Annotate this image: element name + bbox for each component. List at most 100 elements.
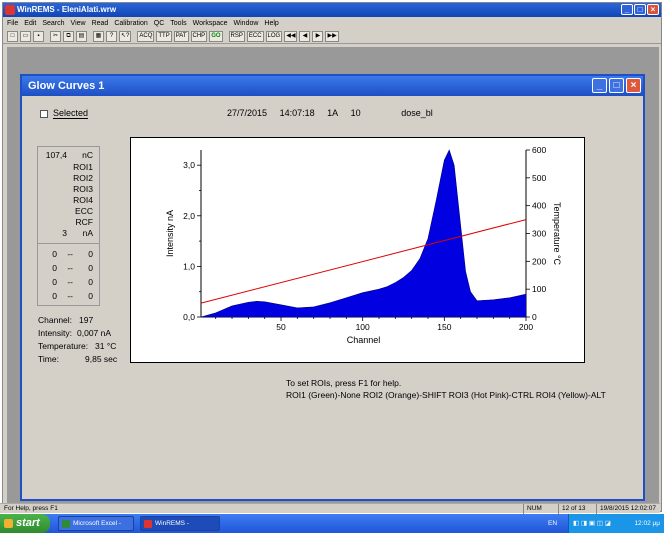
x-axis-label: Channel xyxy=(347,335,381,345)
paste-icon[interactable]: ▤ xyxy=(76,31,87,42)
menu-qc[interactable]: QC xyxy=(154,18,165,30)
log-button[interactable]: LOG xyxy=(265,31,283,42)
roi-hint-line1: To set ROIs, press F1 for help. xyxy=(286,378,402,388)
range4-to: 0 xyxy=(88,291,93,301)
menu-file[interactable]: File xyxy=(7,18,18,30)
child-maximize-button[interactable]: □ xyxy=(609,78,624,93)
current-value: 3 xyxy=(62,228,67,238)
menu-bar: File Edit Search View Read Calibration Q… xyxy=(3,18,661,30)
new-file-icon[interactable]: □ xyxy=(7,31,18,42)
app-titlebar: WinREMS - EleniAlati.wrw _ □ × xyxy=(3,3,661,17)
selected-checkbox[interactable] xyxy=(40,109,48,118)
pat-button[interactable]: PAT xyxy=(173,31,189,42)
curve-header-info: 27/7/2015 14:07:18 1A 10 dose_bl xyxy=(227,108,443,118)
temperature-line xyxy=(200,219,527,304)
menu-edit[interactable]: Edit xyxy=(24,18,36,30)
ttp-button[interactable]: TTP xyxy=(156,31,172,42)
range2-to: 0 xyxy=(88,263,93,273)
ecc-label: ECC xyxy=(75,206,93,216)
intensity-curve-outline xyxy=(200,149,527,318)
language-indicator[interactable]: EN xyxy=(548,514,557,533)
range3-to: 0 xyxy=(88,277,93,287)
status-page: 12 of 13 xyxy=(558,504,586,514)
menu-view[interactable]: View xyxy=(71,18,86,30)
last-record-icon[interactable]: ▶▶ xyxy=(325,31,339,42)
start-button[interactable]: start xyxy=(0,514,50,533)
menu-help[interactable]: Help xyxy=(264,18,278,30)
glow-curves-window: Glow Curves 1 _ □ × Selected 27/7/2015 1… xyxy=(20,74,645,501)
child-close-button[interactable]: × xyxy=(626,78,641,93)
range3-sep: -- xyxy=(67,277,73,287)
menu-window[interactable]: Window xyxy=(234,18,259,30)
current-unit: nA xyxy=(82,228,93,238)
y2-tick-label: 600 xyxy=(532,145,546,155)
print-icon[interactable]: ▦ xyxy=(93,31,104,42)
task-winrems-label: WinREMS - EleniAlati... xyxy=(155,520,189,540)
task-winrems[interactable]: WinREMS - EleniAlati... xyxy=(140,516,220,540)
x-tick-label: 150 xyxy=(437,322,451,332)
restore-button[interactable]: □ xyxy=(634,4,646,15)
y2-tick-label: 100 xyxy=(532,284,546,294)
y2-tick-label: 200 xyxy=(532,256,546,266)
curve-reader: 1A xyxy=(327,108,339,118)
child-minimize-button[interactable]: _ xyxy=(592,78,607,93)
menu-calibration[interactable]: Calibration xyxy=(114,18,147,30)
y-tick-label: 1,0 xyxy=(183,261,195,271)
menu-search[interactable]: Search xyxy=(42,18,64,30)
previous-record-icon[interactable]: ◀ xyxy=(299,31,311,42)
curve-time: 14:07:18 xyxy=(279,108,315,118)
excel-icon xyxy=(62,520,70,528)
first-record-icon[interactable]: ◀◀ xyxy=(284,31,298,42)
time-label: Time: xyxy=(38,354,59,364)
y2-axis-label: Temperature °C xyxy=(552,202,562,266)
rcf-label: RCF xyxy=(75,217,93,227)
range1-from: 0 xyxy=(52,249,57,259)
save-icon[interactable]: ▪ xyxy=(33,31,44,42)
close-button[interactable]: × xyxy=(647,4,659,15)
selected-label: Selected xyxy=(53,108,89,119)
chp-button[interactable]: CHP xyxy=(190,31,208,42)
minimize-button[interactable]: _ xyxy=(621,4,633,15)
go-button[interactable]: GO xyxy=(209,31,223,42)
status-bar: For Help, press F1 NUM 12 of 13 19/8/201… xyxy=(0,503,660,524)
ecc-button[interactable]: ECC xyxy=(246,31,264,42)
cut-icon[interactable]: ✂ xyxy=(50,31,61,42)
x-tick-label: 50 xyxy=(276,322,286,332)
winrems-icon xyxy=(144,520,152,528)
glow-curves-title: Glow Curves 1 xyxy=(28,80,105,92)
intensity-value: 0,007 nA xyxy=(77,328,112,338)
y2-tick-label: 0 xyxy=(532,312,537,322)
status-num: NUM xyxy=(523,504,542,514)
curve-date: 27/7/2015 xyxy=(227,108,268,118)
menu-tools[interactable]: Tools xyxy=(170,18,186,30)
glow-curve-chart[interactable]: 50 100 150 200 0,0 1,0 2,0 3,0 0 100 200 300 400 500 6… xyxy=(131,138,586,364)
y-axis-label: Intensity nA xyxy=(165,210,175,257)
selected-checkbox-group[interactable]: Selected xyxy=(40,108,89,119)
x-tick-label: 100 xyxy=(356,322,370,332)
channel-value: 197 xyxy=(79,315,94,325)
help-icon[interactable]: ? xyxy=(106,31,117,42)
app-title: WinREMS - EleniAlati.wrw xyxy=(17,5,117,14)
mdi-workspace: Glow Curves 1 _ □ × Selected 27/7/2015 1… xyxy=(7,47,659,511)
app-icon xyxy=(5,5,15,15)
rsp-button[interactable]: RSP xyxy=(228,31,245,42)
acq-button[interactable]: ACQ xyxy=(137,31,155,42)
glow-curve-plot[interactable]: 50 100 150 200 0,0 1,0 2,0 3,0 0 100 200 300 400 500 6… xyxy=(130,137,585,363)
menu-workspace[interactable]: Workspace xyxy=(193,18,228,30)
menu-read[interactable]: Read xyxy=(92,18,109,30)
range2-sep: -- xyxy=(67,263,73,273)
task-excel[interactable]: Microsoft Excel - Book1 xyxy=(58,516,134,540)
status-help-text: For Help, press F1 xyxy=(4,505,58,512)
y-tick-label: 3,0 xyxy=(183,160,195,170)
temperature-label: Temperature: xyxy=(38,341,89,351)
y2-tick-label: 500 xyxy=(532,173,546,183)
glow-curves-titlebar: Glow Curves 1 _ □ × xyxy=(22,76,643,96)
tray-icons[interactable]: ◧ ◨ ▣ ◫ ◪ xyxy=(573,520,611,527)
next-record-icon[interactable]: ▶ xyxy=(312,31,324,42)
range4-sep: -- xyxy=(67,291,73,301)
open-folder-icon[interactable]: ▭ xyxy=(20,31,31,42)
range3-from: 0 xyxy=(52,277,57,287)
curve-number: 10 xyxy=(350,108,361,118)
copy-icon[interactable]: ⧉ xyxy=(63,31,74,42)
context-help-icon[interactable]: ↖? xyxy=(119,31,132,42)
